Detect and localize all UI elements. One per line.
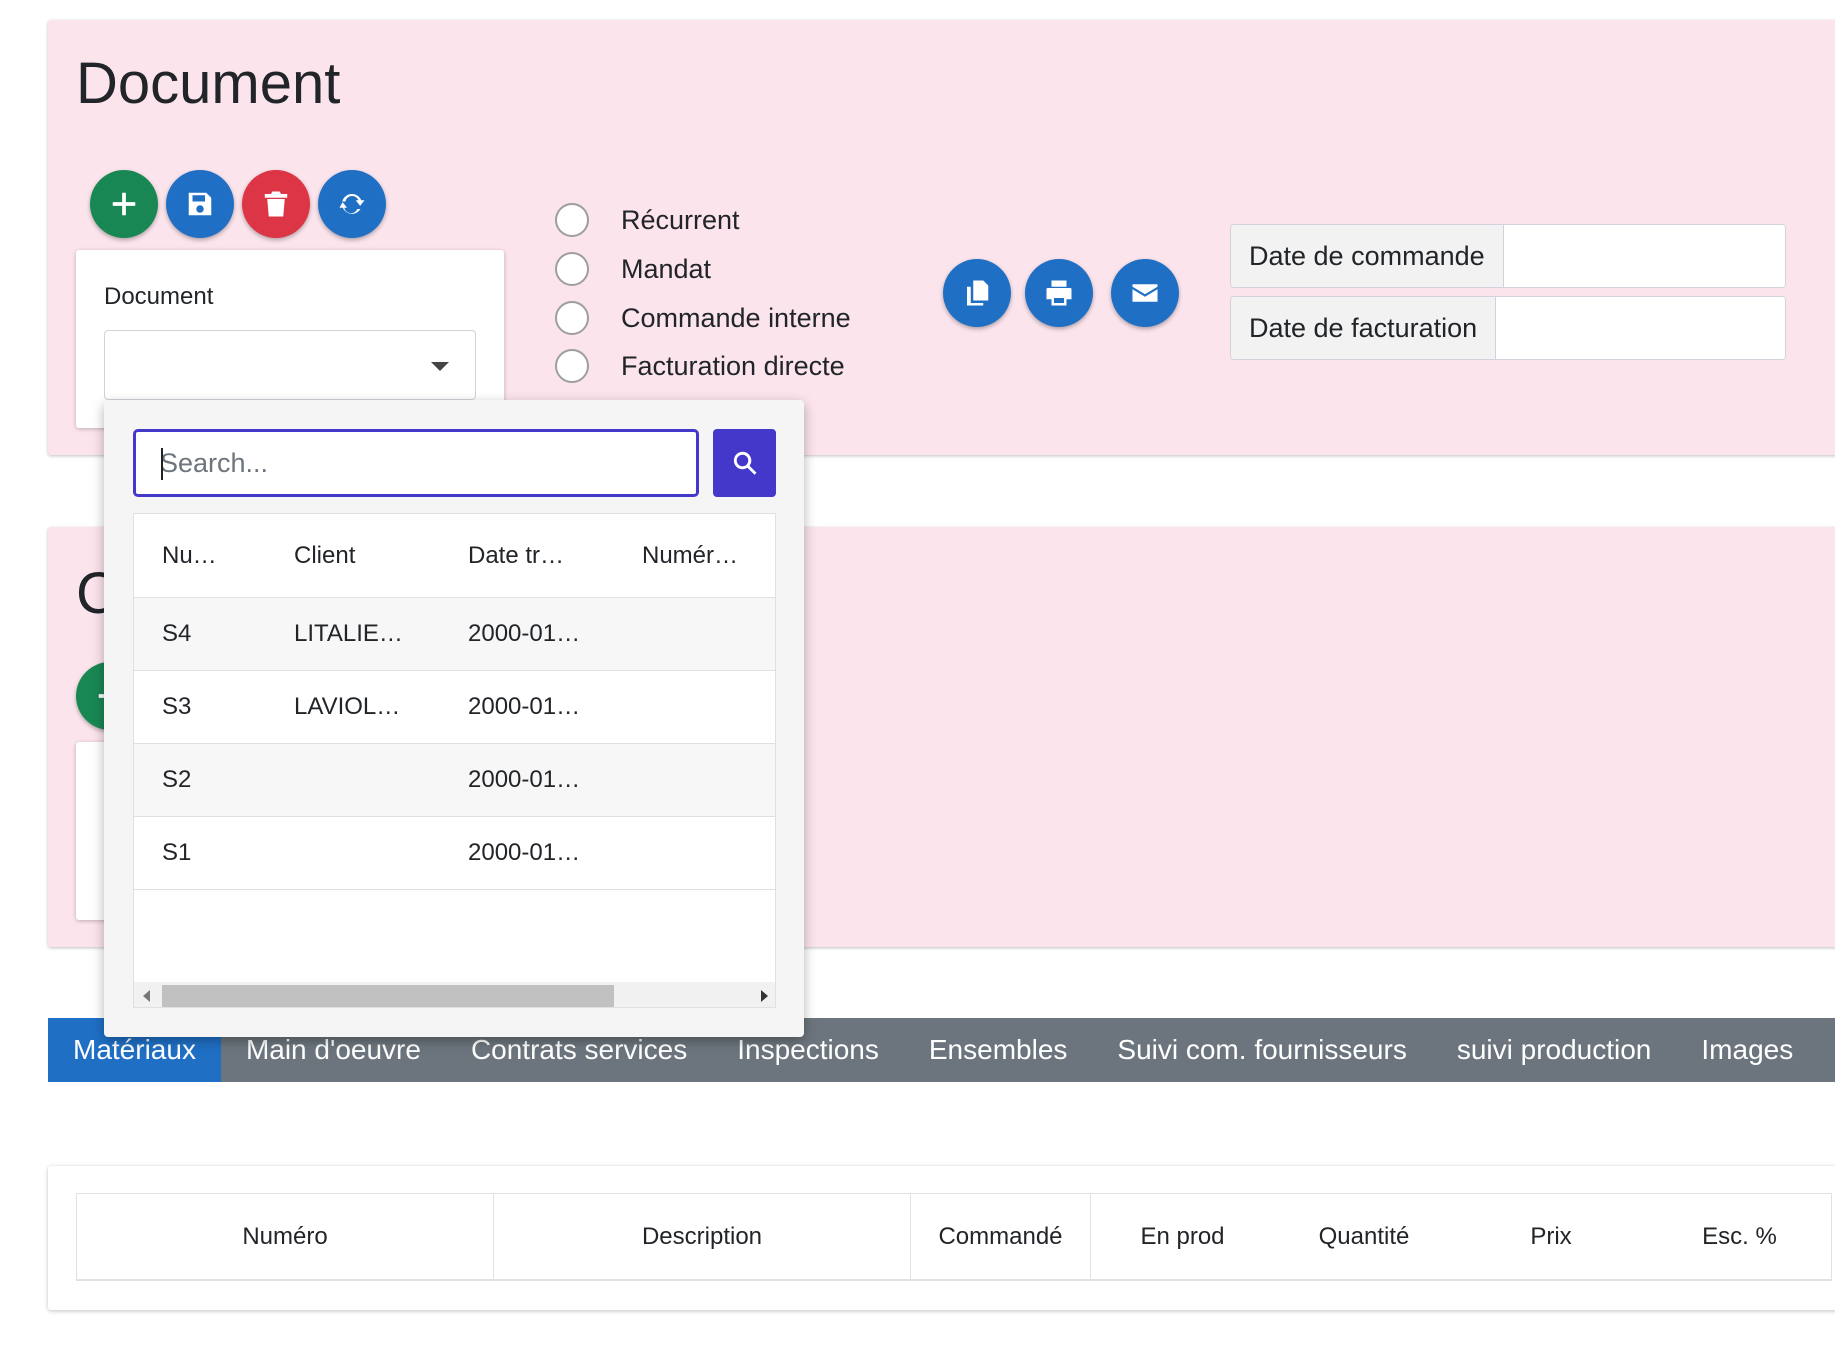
scroll-right-icon[interactable] bbox=[761, 990, 768, 1002]
tab-suivi-fournisseurs[interactable]: Suivi com. fournisseurs bbox=[1092, 1018, 1431, 1082]
scrollbar-thumb[interactable] bbox=[162, 985, 614, 1007]
radio-button[interactable] bbox=[555, 301, 589, 335]
grid-header-row: Nu… Client Date tr… Numér… bbox=[134, 514, 775, 598]
copy-button[interactable] bbox=[943, 259, 1011, 327]
save-icon bbox=[188, 192, 212, 216]
order-date-group: Date de commande bbox=[1230, 224, 1786, 288]
grid-row[interactable]: S3 LAVIOL… 2000-01… bbox=[134, 671, 775, 744]
cell-client bbox=[294, 744, 444, 816]
cell-client: LITALIE… bbox=[294, 620, 403, 647]
invoice-date-label: Date de facturation bbox=[1231, 297, 1497, 359]
radio-button[interactable] bbox=[555, 252, 589, 286]
cell-date: 2000-01… bbox=[468, 839, 581, 866]
option-mandat[interactable]: Mandat bbox=[555, 251, 711, 287]
search-input[interactable]: Search... bbox=[133, 429, 699, 497]
refresh-icon bbox=[339, 193, 365, 214]
tab-suivi-production[interactable]: suivi production bbox=[1432, 1018, 1677, 1082]
email-button[interactable] bbox=[1111, 259, 1179, 327]
document-select[interactable] bbox=[104, 330, 476, 400]
document-grid: Nu… Client Date tr… Numér… S4 LITALIE… 2… bbox=[133, 513, 776, 1008]
option-facturation-directe[interactable]: Facturation directe bbox=[555, 348, 845, 384]
cell-num: S1 bbox=[162, 839, 192, 866]
save-button[interactable] bbox=[166, 170, 234, 238]
search-placeholder: Search... bbox=[160, 447, 269, 478]
print-button[interactable] bbox=[1025, 259, 1093, 327]
envelope-icon bbox=[1132, 284, 1158, 302]
cell-numero bbox=[642, 598, 772, 670]
cell-num: S3 bbox=[162, 693, 192, 720]
horizontal-scrollbar[interactable] bbox=[134, 982, 775, 1007]
plus-icon bbox=[112, 192, 136, 216]
column-header[interactable]: Date tr… bbox=[468, 514, 618, 597]
radio-button[interactable] bbox=[555, 203, 589, 237]
delete-button[interactable] bbox=[242, 170, 310, 238]
document-label: Document bbox=[104, 283, 214, 310]
scroll-left-icon[interactable] bbox=[143, 990, 150, 1002]
column-header[interactable]: Esc. % bbox=[1648, 1194, 1831, 1279]
page-title: Document bbox=[76, 51, 341, 116]
materials-table-header: Numéro Description Commandé En prod Quan… bbox=[76, 1193, 1832, 1281]
tab-images[interactable]: Images bbox=[1676, 1018, 1818, 1082]
column-header[interactable]: Description bbox=[494, 1194, 911, 1279]
option-recurrent[interactable]: Récurrent bbox=[555, 202, 740, 238]
order-date-input[interactable] bbox=[1503, 225, 1785, 287]
column-header[interactable]: Numéro bbox=[77, 1194, 494, 1279]
cell-client: LAVIOL… bbox=[294, 693, 401, 720]
option-label: Facturation directe bbox=[621, 350, 845, 381]
column-header[interactable]: Prix bbox=[1454, 1194, 1648, 1279]
column-header[interactable]: Numér… bbox=[642, 514, 772, 597]
refresh-button[interactable] bbox=[318, 170, 386, 238]
cell-numero bbox=[642, 744, 772, 816]
add-button[interactable] bbox=[90, 170, 158, 238]
grid-row[interactable]: S2 2000-01… bbox=[134, 744, 775, 817]
cell-client bbox=[294, 817, 444, 889]
caret-down-icon bbox=[431, 362, 449, 371]
option-label: Commande interne bbox=[621, 302, 851, 333]
grid-row[interactable]: S1 2000-01… bbox=[134, 817, 775, 890]
order-date-label: Date de commande bbox=[1231, 225, 1504, 287]
cell-numero bbox=[642, 671, 772, 743]
trash-icon bbox=[264, 191, 288, 217]
option-label: Récurrent bbox=[621, 204, 740, 235]
cell-numero bbox=[642, 817, 772, 889]
option-commande-interne[interactable]: Commande interne bbox=[555, 300, 851, 336]
cell-num: S2 bbox=[162, 766, 192, 793]
grid-row[interactable]: S4 LITALIE… 2000-01… bbox=[134, 598, 775, 671]
print-icon bbox=[1046, 280, 1072, 306]
search-icon bbox=[733, 451, 756, 475]
cell-date: 2000-01… bbox=[468, 766, 581, 793]
column-header[interactable]: Commandé bbox=[911, 1194, 1091, 1279]
cell-date: 2000-01… bbox=[468, 693, 581, 720]
column-header[interactable]: Nu… bbox=[162, 514, 262, 597]
option-label: Mandat bbox=[621, 253, 712, 284]
search-button[interactable] bbox=[713, 429, 776, 497]
copy-icon bbox=[967, 280, 989, 306]
cell-date: 2000-01… bbox=[468, 620, 581, 647]
invoice-date-input[interactable] bbox=[1496, 297, 1785, 359]
invoice-date-group: Date de facturation bbox=[1230, 296, 1786, 360]
radio-button[interactable] bbox=[555, 349, 589, 383]
column-header[interactable]: Client bbox=[294, 514, 444, 597]
tab-ensembles[interactable]: Ensembles bbox=[904, 1018, 1093, 1082]
column-header[interactable]: Quantité bbox=[1274, 1194, 1454, 1279]
column-header[interactable]: En prod bbox=[1091, 1194, 1274, 1279]
text-cursor bbox=[161, 448, 163, 480]
cell-num: S4 bbox=[162, 620, 192, 647]
